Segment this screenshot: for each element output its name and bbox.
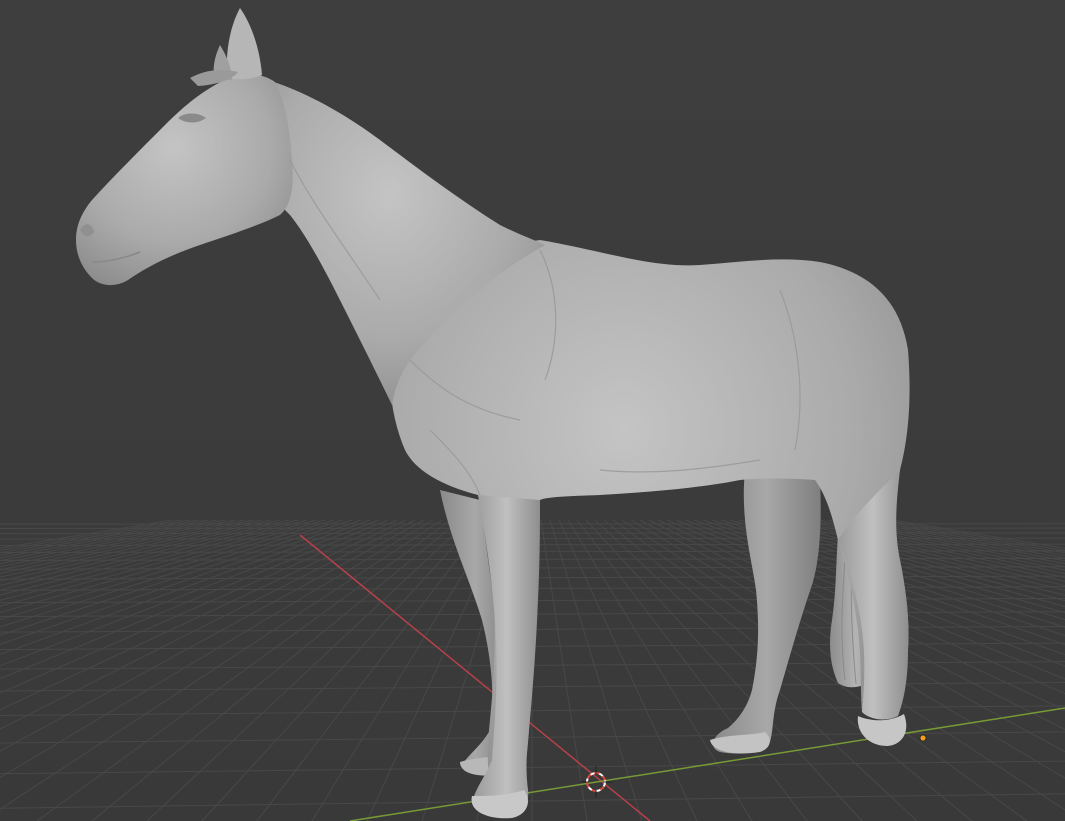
viewport-scene[interactable] (0, 0, 1065, 821)
object-origin-dot[interactable] (919, 734, 927, 742)
3d-viewport[interactable] (0, 0, 1065, 821)
